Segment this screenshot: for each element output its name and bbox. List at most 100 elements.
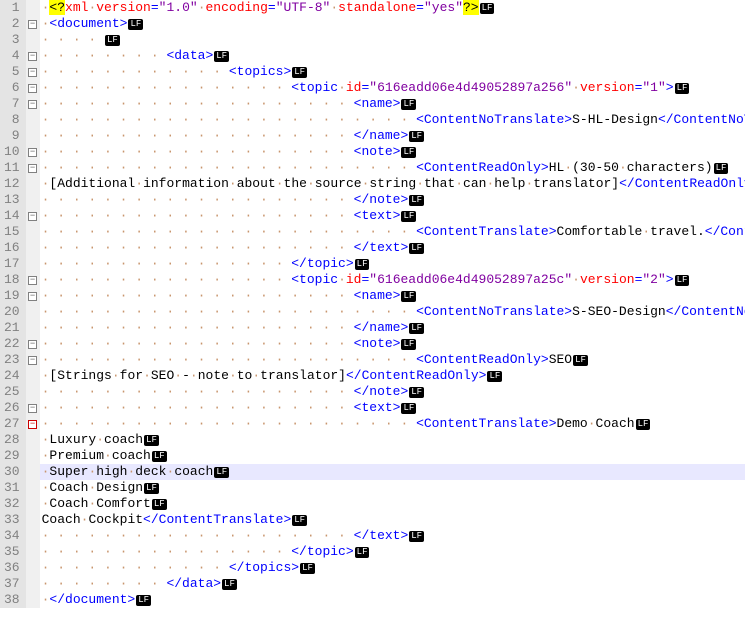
eol-marker: LF bbox=[105, 35, 120, 46]
eol-marker: LF bbox=[401, 291, 416, 302]
code-line[interactable]: · · · · LF bbox=[40, 32, 745, 48]
eol-marker: LF bbox=[355, 547, 370, 558]
fold-toggle-icon[interactable]: − bbox=[28, 100, 37, 109]
code-line[interactable]: · · · · · · · · · · · · · · · · · · · · … bbox=[40, 528, 745, 544]
line-number: 6 bbox=[4, 80, 20, 96]
code-editor[interactable]: 1234567891011121314151617181920212223242… bbox=[0, 0, 745, 608]
token-text: the bbox=[284, 176, 307, 191]
token-attr: id bbox=[346, 272, 362, 287]
fold-toggle-icon[interactable]: − bbox=[28, 404, 37, 413]
token-ws: · bbox=[174, 368, 182, 383]
code-line[interactable]: · · · · · · · · · · · · · · · · · · · · … bbox=[40, 208, 745, 224]
code-area[interactable]: ·<?xml·version="1.0"·encoding="UTF-8"·st… bbox=[40, 0, 745, 608]
code-line[interactable]: ·Coach·ComfortLF bbox=[40, 496, 745, 512]
token-tag: <topics> bbox=[229, 64, 291, 79]
fold-toggle-icon[interactable]: − bbox=[28, 52, 37, 61]
code-line[interactable]: ·Premium·coachLF bbox=[40, 448, 745, 464]
fold-cell bbox=[26, 528, 40, 544]
code-line[interactable]: · · · · · · · · · · · · · · · · · · · · … bbox=[40, 320, 745, 336]
fold-toggle-icon[interactable]: − bbox=[28, 420, 37, 429]
code-line[interactable]: · · · · · · · · · · · · · · · · · · · · … bbox=[40, 352, 745, 368]
code-line[interactable]: ·Luxury·coachLF bbox=[40, 432, 745, 448]
fold-toggle-icon[interactable]: − bbox=[28, 20, 37, 29]
code-line[interactable]: · · · · · · · · · · · · · · · · · · · · … bbox=[40, 400, 745, 416]
code-line[interactable]: · · · · · · · · · · · · · · · · <topic·i… bbox=[40, 272, 745, 288]
fold-cell[interactable]: − bbox=[26, 352, 40, 368]
fold-cell[interactable]: − bbox=[26, 144, 40, 160]
fold-cell[interactable]: − bbox=[26, 272, 40, 288]
code-line[interactable]: · · · · · · · · · · · · · · · · · · · · … bbox=[40, 128, 745, 144]
fold-cell bbox=[26, 544, 40, 560]
fold-cell[interactable]: − bbox=[26, 16, 40, 32]
fold-toggle-icon[interactable]: − bbox=[28, 340, 37, 349]
token-attr: version bbox=[580, 80, 635, 95]
code-line[interactable]: · · · · · · · · · · · · · · · · · · · · … bbox=[40, 336, 745, 352]
token-ws: · bbox=[338, 80, 346, 95]
code-line[interactable]: · · · · · · · · · · · · · · · · <topic·i… bbox=[40, 80, 745, 96]
fold-cell[interactable]: − bbox=[26, 208, 40, 224]
fold-column[interactable]: − − − − − − − − − − − − − − bbox=[26, 0, 40, 608]
fold-toggle-icon[interactable]: − bbox=[28, 292, 37, 301]
fold-toggle-icon[interactable]: − bbox=[28, 148, 37, 157]
code-line[interactable]: · · · · · · · · · · · · · · · · · · · · … bbox=[40, 96, 745, 112]
token-text: Luxury bbox=[49, 432, 96, 447]
code-line[interactable]: · · · · · · · · · · · · · · · · · · · · … bbox=[40, 288, 745, 304]
line-number: 22 bbox=[4, 336, 20, 352]
line-number: 31 bbox=[4, 480, 20, 496]
code-line[interactable]: · · · · · · · · · · · · · · · · · · · · … bbox=[40, 144, 745, 160]
token-tag: </text> bbox=[354, 528, 409, 543]
code-line[interactable]: · · · · · · · · · · · · · · · · · · · · … bbox=[40, 192, 745, 208]
line-number: 29 bbox=[4, 448, 20, 464]
code-line[interactable]: ·Super·high·deck·coachLF bbox=[40, 464, 745, 480]
code-line[interactable]: ·<?xml·version="1.0"·encoding="UTF-8"·st… bbox=[40, 0, 745, 16]
code-line[interactable]: Coach·Cockpit</ContentTranslate>LF bbox=[40, 512, 745, 528]
eol-marker: LF bbox=[409, 131, 424, 142]
fold-cell[interactable]: − bbox=[26, 96, 40, 112]
fold-cell[interactable]: − bbox=[26, 64, 40, 80]
code-line[interactable]: · · · · · · · · · · · · · · · · </topic>… bbox=[40, 256, 745, 272]
eol-marker: LF bbox=[136, 595, 151, 606]
fold-cell[interactable]: − bbox=[26, 400, 40, 416]
fold-toggle-icon[interactable]: − bbox=[28, 84, 37, 93]
code-line[interactable]: · · · · · · · · · · · · <topics>LF bbox=[40, 64, 745, 80]
code-line[interactable]: · · · · · · · · · · · · · · · · · · · · … bbox=[40, 304, 745, 320]
token-tag: </name> bbox=[354, 320, 409, 335]
fold-cell[interactable]: − bbox=[26, 80, 40, 96]
indent-guide: · · · · · · · · · · · · · · · · · · · · … bbox=[42, 416, 416, 431]
token-tag: > bbox=[666, 80, 674, 95]
code-line[interactable]: · · · · · · · · · · · · · · · · · · · · … bbox=[40, 224, 745, 240]
eol-marker: LF bbox=[675, 275, 690, 286]
line-number: 16 bbox=[4, 240, 20, 256]
code-line[interactable]: · · · · · · · · · · · · </topics>LF bbox=[40, 560, 745, 576]
token-text: translator] bbox=[260, 368, 346, 383]
indent-guide: · · · · · · · · · · · · · · · · · · · · bbox=[42, 288, 354, 303]
code-line[interactable]: · · · · · · · · · · · · · · · · · · · · … bbox=[40, 112, 745, 128]
fold-cell[interactable]: − bbox=[26, 288, 40, 304]
code-line[interactable]: ·[Additional·information·about·the·sourc… bbox=[40, 176, 745, 192]
fold-toggle-icon[interactable]: − bbox=[28, 212, 37, 221]
code-line[interactable]: ·</document>LF bbox=[40, 592, 745, 608]
fold-cell[interactable]: − bbox=[26, 336, 40, 352]
line-number: 37 bbox=[4, 576, 20, 592]
token-text: coach bbox=[112, 448, 151, 463]
fold-cell[interactable]: − bbox=[26, 416, 40, 432]
fold-toggle-icon[interactable]: − bbox=[28, 356, 37, 365]
fold-toggle-icon[interactable]: − bbox=[28, 276, 37, 285]
code-line[interactable]: · · · · · · · · · · · · · · · · </topic>… bbox=[40, 544, 745, 560]
fold-cell[interactable]: − bbox=[26, 48, 40, 64]
code-line[interactable]: · · · · · · · · </data>LF bbox=[40, 576, 745, 592]
fold-toggle-icon[interactable]: − bbox=[28, 164, 37, 173]
code-line[interactable]: · · · · · · · · · · · · · · · · · · · · … bbox=[40, 160, 745, 176]
code-line[interactable]: · · · · · · · · <data>LF bbox=[40, 48, 745, 64]
token-text: characters) bbox=[627, 160, 713, 175]
code-line[interactable]: · · · · · · · · · · · · · · · · · · · · … bbox=[40, 416, 745, 432]
code-line[interactable]: ·[Strings·for·SEO·-·note·to·translator]<… bbox=[40, 368, 745, 384]
code-line[interactable]: · · · · · · · · · · · · · · · · · · · · … bbox=[40, 384, 745, 400]
line-number: 4 bbox=[4, 48, 20, 64]
code-line[interactable]: · · · · · · · · · · · · · · · · · · · · … bbox=[40, 240, 745, 256]
fold-toggle-icon[interactable]: − bbox=[28, 68, 37, 77]
token-attr: version bbox=[96, 0, 151, 15]
fold-cell[interactable]: − bbox=[26, 160, 40, 176]
code-line[interactable]: ·<document>LF bbox=[40, 16, 745, 32]
code-line[interactable]: ·Coach·DesignLF bbox=[40, 480, 745, 496]
